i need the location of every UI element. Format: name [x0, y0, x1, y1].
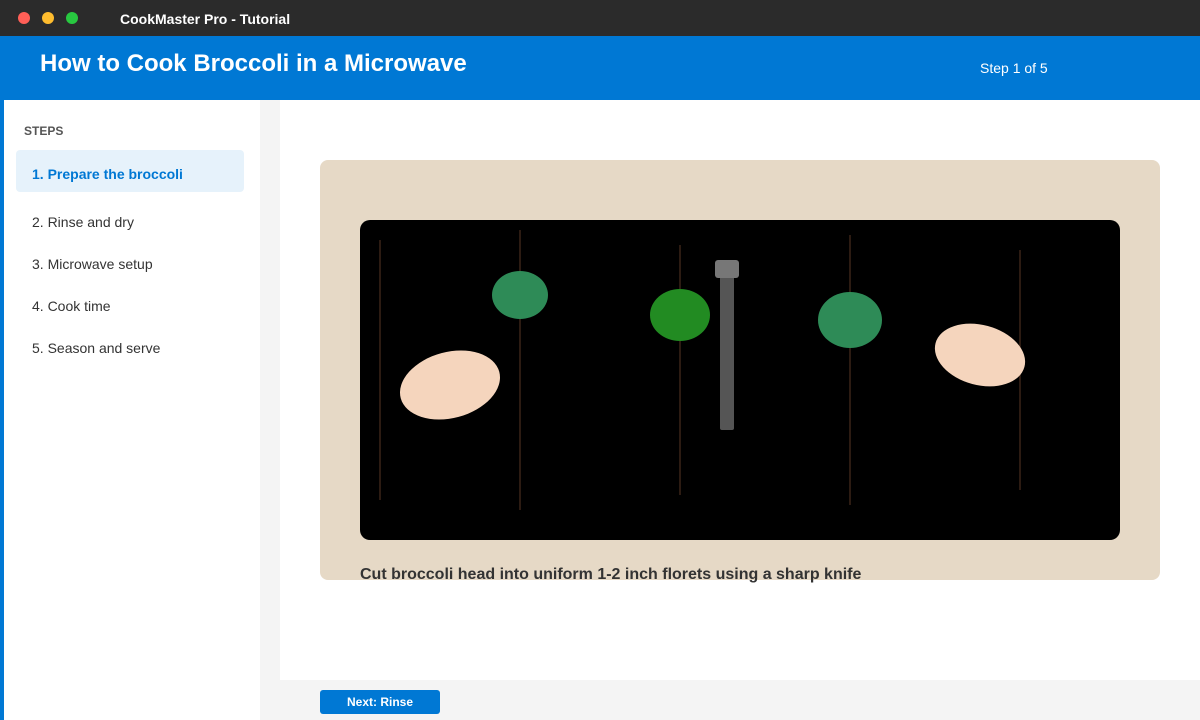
app-title: CookMaster Pro - Tutorial — [120, 11, 291, 27]
step-card: Cut broccoli head into uniform 1-2 inch … — [320, 160, 1160, 583]
close-window-button[interactable] — [18, 12, 30, 24]
steps-heading: STEPS — [24, 124, 64, 138]
broccoli-illustration — [379, 230, 1026, 510]
sidebar-item-cook-time[interactable]: 4. Cook time — [16, 282, 244, 324]
main-content: Cut broccoli head into uniform 1-2 inch … — [280, 100, 1200, 680]
broccoli-floret — [818, 292, 882, 348]
step-caption: Cut broccoli head into uniform 1-2 inch … — [360, 566, 862, 583]
step-counter: Step 1 of 5 — [980, 60, 1048, 76]
maximize-window-button[interactable] — [66, 12, 78, 24]
sidebar-item-microwave-setup[interactable]: 3. Microwave setup — [16, 240, 244, 282]
broccoli-floret — [650, 289, 710, 341]
sidebar-item-season-and-serve[interactable]: 5. Season and serve — [16, 324, 244, 366]
steps-sidebar: STEPS 1. Prepare the broccoli 2. Rinse a… — [0, 100, 260, 720]
footer-bar: Next: Rinse — [260, 680, 1200, 720]
title-bar: CookMaster Pro - Tutorial — [0, 0, 1200, 36]
header: How to Cook Broccoli in a Microwave Step… — [0, 36, 1200, 100]
next-step-button[interactable]: Next: Rinse — [320, 690, 440, 714]
minimize-window-button[interactable] — [42, 12, 54, 24]
broccoli-stem-piece — [400, 350, 500, 420]
page-title: How to Cook Broccoli in a Microwave — [40, 50, 467, 77]
tutorial-video-player[interactable] — [360, 220, 1120, 540]
sidebar-item-rinse-and-dry[interactable]: 2. Rinse and dry — [16, 198, 244, 240]
broccoli-stem-piece — [934, 323, 1026, 387]
sidebar-item-prepare-broccoli[interactable]: 1. Prepare the broccoli — [16, 150, 244, 192]
knife-handle — [715, 260, 739, 278]
knife-blade — [720, 270, 734, 430]
broccoli-floret — [492, 271, 548, 319]
